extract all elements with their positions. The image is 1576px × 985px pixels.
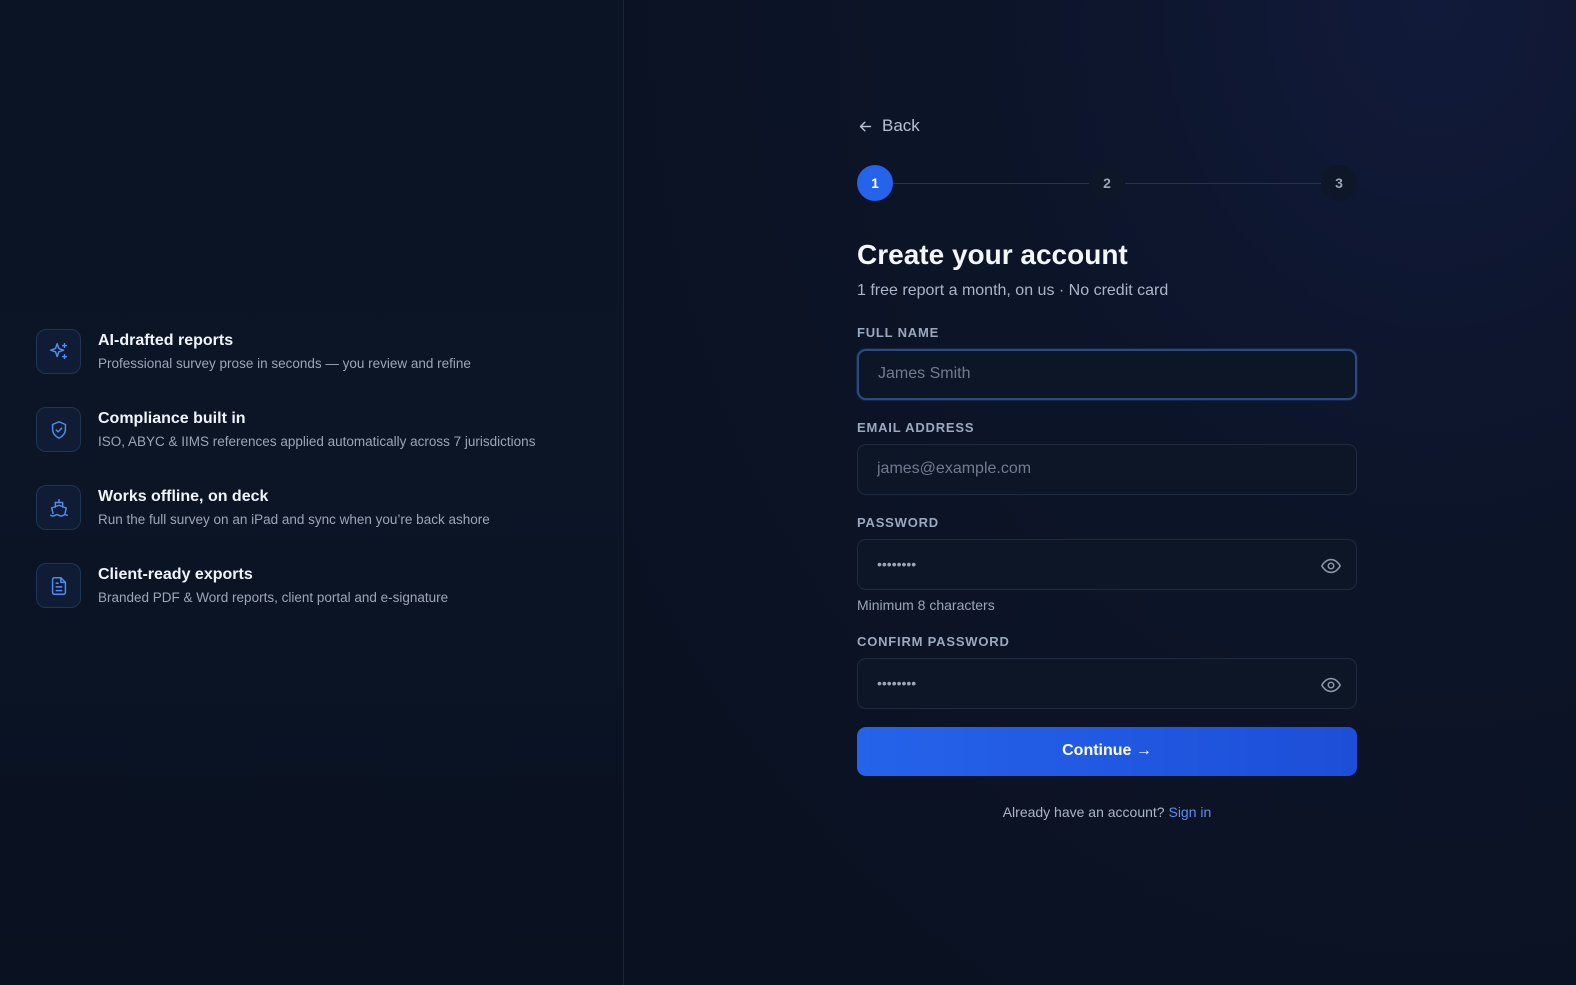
- feature-description: Run the full survey on an iPad and sync …: [98, 512, 490, 527]
- feature-item-offline: Works offline, on deck Run the full surv…: [36, 485, 596, 563]
- full-name-input[interactable]: [878, 365, 1336, 383]
- feature-title: Compliance built in: [98, 410, 246, 427]
- back-link[interactable]: Back: [857, 114, 920, 138]
- signin-link[interactable]: Sign in: [1168, 804, 1211, 820]
- email-input-wrapper: [857, 443, 1357, 495]
- arrow-left-icon: [857, 118, 874, 135]
- password-input[interactable]: [877, 556, 1337, 572]
- page-title: Create your account: [857, 238, 1128, 270]
- feature-title: Works offline, on deck: [98, 488, 269, 505]
- signup-form: Back 1 2 3 Create your account 1 free re…: [857, 114, 1357, 820]
- signin-prompt: Already have an account?: [1002, 803, 1165, 820]
- email-input[interactable]: [877, 460, 1337, 478]
- show-confirm-password-eye-icon[interactable]: [1320, 674, 1342, 696]
- password-input-wrapper: [857, 538, 1357, 590]
- step-3: 3: [1321, 164, 1357, 201]
- shield-check-icon: [36, 407, 81, 452]
- confirm-password-input[interactable]: [877, 675, 1337, 691]
- signin-row: Already have an account? Sign in: [857, 804, 1357, 820]
- full-name-input-wrapper: [857, 348, 1357, 400]
- ship-icon: [36, 485, 81, 530]
- feature-description: Professional survey prose in seconds — y…: [98, 356, 471, 371]
- password-field: PASSWORD Minimum 8 characters: [857, 515, 1357, 614]
- step-1: 1: [857, 164, 893, 201]
- features-panel: AI-drafted reports Professional survey p…: [0, 0, 624, 985]
- page-subtitle: 1 free report a month, on us · No credit…: [857, 281, 1169, 299]
- step-connector: [1125, 182, 1321, 184]
- back-label: Back: [882, 116, 920, 135]
- confirm-password-field: CONFIRM PASSWORD: [857, 634, 1357, 709]
- confirm-password-label: CONFIRM PASSWORD: [857, 633, 1010, 649]
- show-password-eye-icon[interactable]: [1320, 555, 1342, 577]
- password-hint: Minimum 8 characters: [857, 596, 995, 613]
- confirm-password-input-wrapper: [857, 657, 1357, 709]
- feature-title: AI-drafted reports: [98, 332, 234, 349]
- feature-item-compliance: Compliance built in ISO, ABYC & IIMS ref…: [36, 407, 596, 485]
- feature-description: Branded PDF & Word reports, client porta…: [98, 590, 449, 605]
- full-name-field: FULL NAME: [857, 325, 1357, 400]
- sparkles-icon: [36, 329, 81, 374]
- password-label: PASSWORD: [857, 514, 939, 530]
- file-text-icon: [36, 563, 81, 608]
- full-name-label: FULL NAME: [857, 324, 940, 340]
- email-field: EMAIL ADDRESS: [857, 420, 1357, 495]
- feature-list: AI-drafted reports Professional survey p…: [36, 329, 596, 641]
- feature-title: Client-ready exports: [98, 566, 253, 583]
- email-label: EMAIL ADDRESS: [857, 419, 975, 435]
- feature-description: ISO, ABYC & IIMS references applied auto…: [98, 434, 536, 449]
- feature-item-ai-reports: AI-drafted reports Professional survey p…: [36, 329, 596, 407]
- step-2: 2: [1089, 164, 1125, 201]
- feature-item-exports: Client-ready exports Branded PDF & Word …: [36, 563, 596, 641]
- progress-stepper: 1 2 3: [857, 164, 1357, 201]
- continue-button[interactable]: Continue →: [857, 726, 1357, 776]
- step-connector: [893, 182, 1089, 184]
